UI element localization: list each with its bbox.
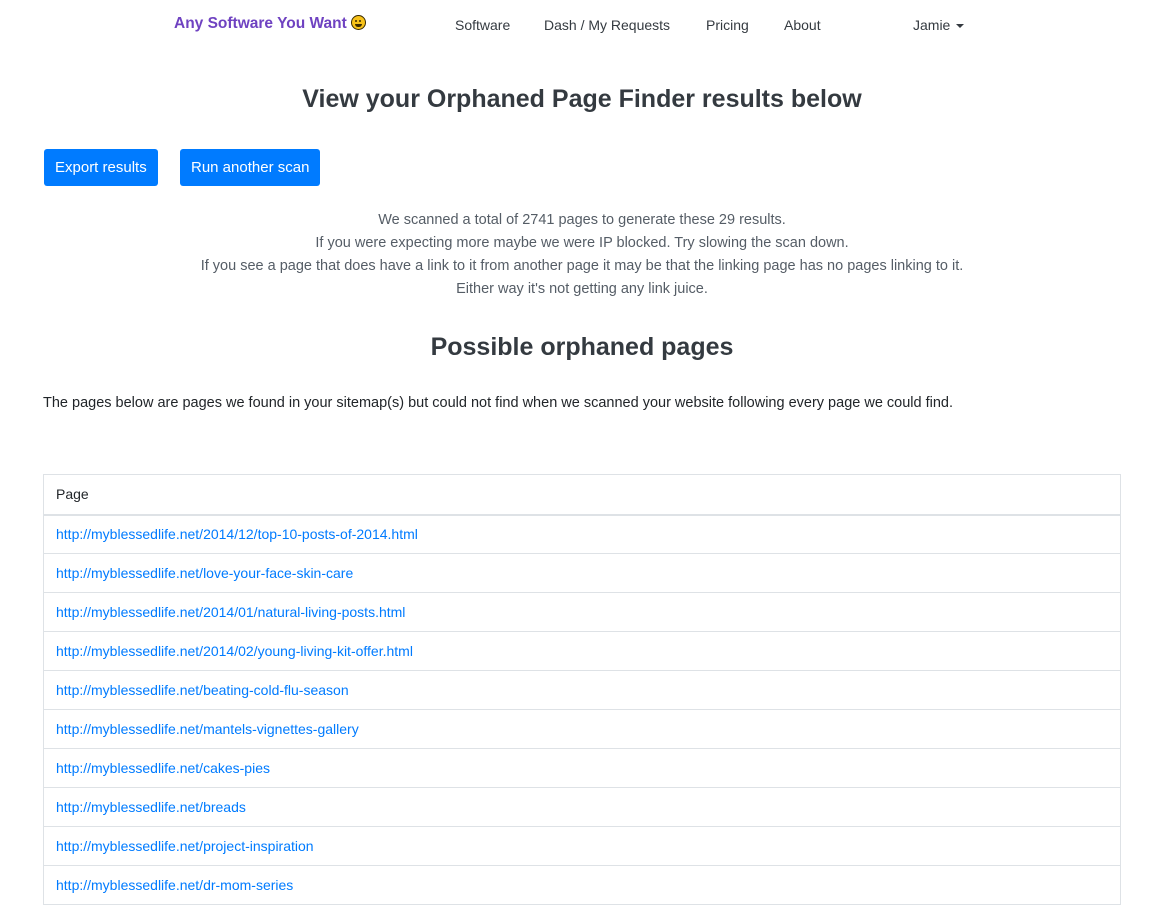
- orphaned-pages-table: Page http://myblessedlife.net/2014/12/to…: [43, 474, 1121, 905]
- page-title: View your Orphaned Page Finder results b…: [302, 85, 862, 113]
- table-row: http://myblessedlife.net/beating-cold-fl…: [43, 670, 1121, 710]
- page-link[interactable]: http://myblessedlife.net/mantels-vignett…: [56, 721, 359, 737]
- page-link[interactable]: http://myblessedlife.net/love-your-face-…: [56, 565, 353, 581]
- top-navbar: Any Software You Want Software Dash / My…: [0, 0, 1158, 52]
- brand-link[interactable]: Any Software You Want: [174, 15, 366, 33]
- table-row: http://myblessedlife.net/cakes-pies: [43, 748, 1121, 788]
- scan-summary-line: If you see a page that does have a link …: [200, 258, 964, 297]
- page-link[interactable]: http://myblessedlife.net/breads: [56, 799, 246, 815]
- user-name: Jamie: [913, 17, 951, 33]
- page-link[interactable]: http://myblessedlife.net/project-inspira…: [56, 838, 314, 854]
- export-results-button[interactable]: Export results: [44, 149, 158, 186]
- section-description: The pages below are pages we found in yo…: [43, 395, 954, 411]
- scan-summary: We scanned a total of 2741 pages to gene…: [200, 209, 964, 301]
- nav-dash-my-requests[interactable]: Dash / My Requests: [544, 17, 670, 33]
- table-row: http://myblessedlife.net/2014/01/natural…: [43, 592, 1121, 632]
- nav-about[interactable]: About: [784, 17, 821, 33]
- caret-down-icon: [956, 24, 965, 28]
- scan-summary-line: If you were expecting more maybe we were…: [315, 235, 849, 251]
- table-row: http://myblessedlife.net/mantels-vignett…: [43, 709, 1121, 749]
- page-link[interactable]: http://myblessedlife.net/2014/02/young-l…: [56, 643, 413, 659]
- table-row: http://myblessedlife.net/dr-mom-series: [43, 865, 1121, 905]
- page-link[interactable]: http://myblessedlife.net/beating-cold-fl…: [56, 682, 349, 698]
- nav-pricing[interactable]: Pricing: [706, 17, 749, 33]
- page-link[interactable]: http://myblessedlife.net/dr-mom-series: [56, 877, 293, 893]
- table-row: http://myblessedlife.net/project-inspira…: [43, 826, 1121, 866]
- brand-name: Any Software You Want: [174, 15, 347, 32]
- column-header-page: Page: [43, 474, 1121, 516]
- page-link[interactable]: http://myblessedlife.net/cakes-pies: [56, 760, 270, 776]
- page-link[interactable]: http://myblessedlife.net/2014/12/top-10-…: [56, 526, 418, 542]
- page-link[interactable]: http://myblessedlife.net/2014/01/natural…: [56, 604, 405, 620]
- run-another-scan-button[interactable]: Run another scan: [180, 149, 321, 186]
- section-title: Possible orphaned pages: [430, 333, 734, 361]
- user-menu-dropdown[interactable]: Jamie: [913, 17, 965, 33]
- table-row: http://myblessedlife.net/breads: [43, 787, 1121, 827]
- table-header-row: Page: [43, 474, 1121, 516]
- table-row: http://myblessedlife.net/2014/12/top-10-…: [43, 514, 1121, 554]
- scan-summary-line: We scanned a total of 2741 pages to gene…: [378, 212, 786, 228]
- table-row: http://myblessedlife.net/love-your-face-…: [43, 553, 1121, 593]
- nav-software[interactable]: Software: [455, 17, 510, 33]
- table-row: http://myblessedlife.net/2014/02/young-l…: [43, 631, 1121, 671]
- smiley-face-icon: [350, 15, 366, 30]
